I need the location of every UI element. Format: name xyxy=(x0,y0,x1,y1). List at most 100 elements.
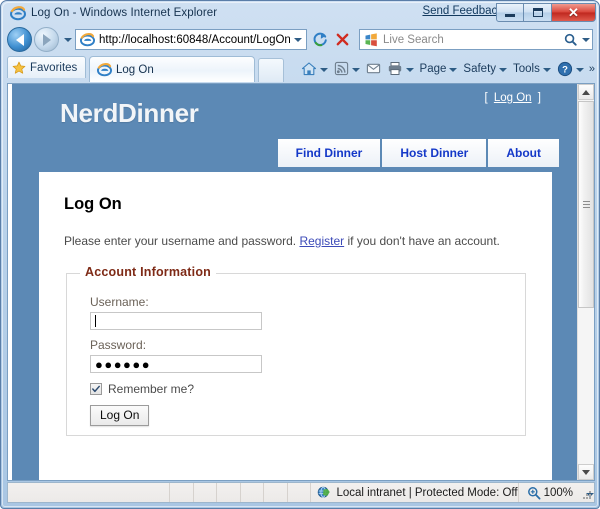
scroll-up-button[interactable] xyxy=(578,84,594,100)
nav-tab-label: Find Dinner xyxy=(295,146,363,160)
chevron-down-icon xyxy=(449,63,458,75)
chevron-down-icon xyxy=(542,63,551,75)
nav-tab-find-dinner[interactable]: Find Dinner xyxy=(277,139,381,167)
forward-button[interactable] xyxy=(34,27,59,52)
print-icon xyxy=(387,61,403,76)
address-input[interactable]: http://localhost:60848/Account/LogOn xyxy=(75,29,307,50)
header-logon-link[interactable]: Log On xyxy=(494,92,532,104)
search-input[interactable]: Live Search xyxy=(359,29,593,50)
home-icon xyxy=(301,61,317,77)
remember-me-row: Remember me? xyxy=(90,382,194,396)
site-logo-title: NerdDinner xyxy=(60,98,199,128)
site-navigation: Find Dinner Host Dinner About xyxy=(277,139,559,167)
page-favicon-icon xyxy=(79,32,95,48)
ie-logo-icon xyxy=(10,5,26,21)
safety-menu-button[interactable]: Safety xyxy=(460,58,510,79)
favorites-button[interactable]: Favorites xyxy=(7,56,87,78)
refresh-button[interactable] xyxy=(310,29,331,50)
nav-tab-about[interactable]: About xyxy=(488,139,559,167)
text-cursor xyxy=(95,315,96,327)
minimize-button[interactable] xyxy=(496,3,524,22)
security-zone-indicator[interactable]: Local intranet | Protected Mode: Off xyxy=(311,483,519,502)
status-segment-message xyxy=(8,483,170,502)
scroll-down-button[interactable] xyxy=(578,464,594,480)
chevron-down-icon xyxy=(294,37,302,42)
home-button[interactable] xyxy=(298,58,331,79)
stop-button[interactable] xyxy=(332,29,353,50)
search-input-placeholder: Live Search xyxy=(383,33,444,46)
live-search-icon xyxy=(364,32,378,47)
web-page: NerdDinner [ Log On ] Find Dinner Host D… xyxy=(8,84,577,480)
check-icon xyxy=(92,385,100,393)
command-overflow-button[interactable]: » xyxy=(587,63,597,75)
register-link[interactable]: Register xyxy=(299,234,344,248)
nav-tab-label: About xyxy=(506,146,541,160)
maximize-icon xyxy=(532,8,543,17)
status-segment xyxy=(264,483,288,502)
address-bar: http://localhost:60848/Account/LogOn Liv… xyxy=(1,25,599,54)
status-bar: Local intranet | Protected Mode: Off 100… xyxy=(7,482,595,503)
internet-explorer-window: Log On - Windows Internet Explorer Send … xyxy=(0,0,600,509)
chevron-down-icon xyxy=(575,63,584,75)
log-on-submit-button[interactable]: Log On xyxy=(90,405,150,426)
main-content-panel: Log On Please enter your username and pa… xyxy=(39,172,552,480)
account-information-fieldset: Account Information Username: Password: … xyxy=(66,265,526,436)
close-button[interactable]: ✕ xyxy=(552,3,596,22)
chevron-down-icon xyxy=(499,63,508,75)
username-input[interactable] xyxy=(90,312,262,330)
page-menu-button[interactable]: Page xyxy=(417,58,461,79)
chevron-down-icon xyxy=(351,63,360,75)
mail-button[interactable] xyxy=(363,58,384,79)
search-provider-dropdown[interactable] xyxy=(579,30,592,49)
send-feedback-link[interactable]: Send Feedback xyxy=(422,5,503,17)
minimize-icon xyxy=(505,14,515,17)
new-tab-button[interactable] xyxy=(258,58,284,82)
back-button[interactable] xyxy=(7,27,32,52)
browser-viewport: NerdDinner [ Log On ] Find Dinner Host D… xyxy=(7,83,595,481)
chevron-down-icon xyxy=(405,63,414,75)
nav-tab-host-dinner[interactable]: Host Dinner xyxy=(382,139,487,167)
address-dropdown-button[interactable] xyxy=(290,30,306,49)
browser-tab-log-on[interactable]: Log On xyxy=(89,56,255,82)
username-label: Username: xyxy=(90,295,149,309)
scroll-grip-icon xyxy=(583,200,590,209)
safety-menu-label: Safety xyxy=(463,62,497,75)
page-title: Log On xyxy=(64,195,122,213)
window-controls: ✕ xyxy=(496,3,596,22)
feeds-button[interactable] xyxy=(331,58,363,79)
close-icon: ✕ xyxy=(568,5,579,20)
help-menu-button[interactable]: ? xyxy=(554,58,587,79)
recent-pages-dropdown[interactable] xyxy=(62,30,73,50)
page-scrollbar[interactable] xyxy=(577,84,594,480)
status-segment xyxy=(241,483,265,502)
status-segment xyxy=(194,483,218,502)
address-input-value: http://localhost:60848/Account/LogOn xyxy=(99,33,290,46)
remember-me-label[interactable]: Remember me? xyxy=(108,382,194,396)
scroll-thumb[interactable] xyxy=(578,101,594,308)
forward-arrow-icon xyxy=(42,33,51,46)
print-button[interactable] xyxy=(384,58,417,79)
intro-text-before: Please enter your username and password. xyxy=(64,234,300,248)
password-input-value: ●●●●●● xyxy=(95,356,152,372)
search-go-button[interactable] xyxy=(561,30,579,49)
title-bar: Log On - Windows Internet Explorer Send … xyxy=(1,1,599,25)
tools-menu-button[interactable]: Tools xyxy=(510,58,554,79)
status-segment xyxy=(288,483,312,502)
help-icon: ? xyxy=(557,61,573,77)
zoom-level-text: 100% xyxy=(543,486,574,499)
window-resize-grip[interactable] xyxy=(582,490,592,500)
tab-and-command-bar: Favorites Log On Page Safety Tools ? » xyxy=(1,54,599,82)
intro-text: Please enter your username and password.… xyxy=(64,234,500,248)
command-bar: Page Safety Tools ? » xyxy=(298,57,597,80)
remember-me-checkbox[interactable] xyxy=(90,383,102,395)
ie-logo-icon xyxy=(96,62,112,78)
triangle-down-icon xyxy=(582,469,590,475)
triangle-up-icon xyxy=(582,89,590,95)
password-label: Password: xyxy=(90,338,147,352)
nav-tab-label: Host Dinner xyxy=(400,146,469,160)
bracket-close: ] xyxy=(537,92,541,104)
password-input[interactable]: ●●●●●● xyxy=(90,355,262,373)
maximize-button[interactable] xyxy=(524,3,552,22)
feeds-icon xyxy=(334,61,349,76)
status-segment xyxy=(170,483,194,502)
